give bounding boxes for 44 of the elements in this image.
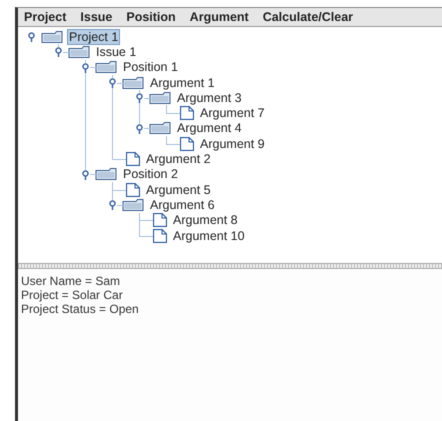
- tree-node[interactable]: Argument 10: [171, 228, 247, 244]
- collapse-handle-icon[interactable]: [108, 200, 117, 210]
- folder-icon: [149, 122, 171, 134]
- collapse-handle-icon[interactable]: [108, 78, 117, 88]
- tree-node[interactable]: Position 1: [121, 59, 180, 76]
- collapse-handle-icon[interactable]: [81, 170, 90, 180]
- menu-item[interactable]: Argument: [190, 8, 249, 26]
- tree-node[interactable]: Project 1: [67, 28, 120, 45]
- tree-node[interactable]: Argument 5: [144, 182, 213, 198]
- collapse-handle-icon[interactable]: [54, 47, 63, 58]
- menu-item[interactable]: Calculate/Clear: [262, 8, 354, 26]
- folder-icon: [95, 168, 117, 180]
- menu-item[interactable]: Issue: [80, 8, 112, 26]
- tree-node[interactable]: Argument 3: [175, 90, 244, 106]
- folder-icon: [41, 30, 63, 43]
- tree-node[interactable]: Argument 9: [198, 136, 267, 152]
- tree-node[interactable]: Argument 4: [175, 120, 244, 136]
- tree-node[interactable]: Argument 2: [144, 151, 213, 168]
- tree-node[interactable]: Argument 1: [148, 74, 217, 91]
- info-text: Project Status = Open: [21, 302, 139, 316]
- document-icon: [153, 228, 167, 242]
- info-text: User Name = Sam: [21, 274, 120, 288]
- folder-icon: [122, 76, 144, 89]
- folder-icon: [122, 198, 144, 211]
- collapse-handle-icon[interactable]: [135, 93, 144, 104]
- folder-icon: [149, 92, 171, 104]
- tree-node[interactable]: Argument 8: [171, 212, 240, 228]
- tree-node[interactable]: Argument 7: [198, 105, 267, 122]
- tree-node[interactable]: Position 2: [121, 166, 180, 182]
- tree-node[interactable]: Issue 1: [94, 44, 138, 60]
- document-icon: [126, 152, 140, 166]
- menu-item[interactable]: Project: [24, 8, 66, 26]
- collapse-handle-icon[interactable]: [81, 62, 90, 73]
- folder-icon: [95, 61, 117, 74]
- tree-node[interactable]: Argument 6: [148, 196, 217, 213]
- menu-item[interactable]: Position: [126, 8, 176, 26]
- document-icon: [180, 106, 194, 120]
- folder-icon: [68, 46, 90, 58]
- document-icon: [126, 182, 140, 197]
- document-icon: [153, 213, 167, 228]
- info-text: Project = Solar Car: [21, 288, 123, 302]
- collapse-handle-icon[interactable]: [135, 124, 144, 134]
- document-icon: [180, 136, 194, 151]
- collapse-handle-icon[interactable]: [27, 32, 36, 42]
